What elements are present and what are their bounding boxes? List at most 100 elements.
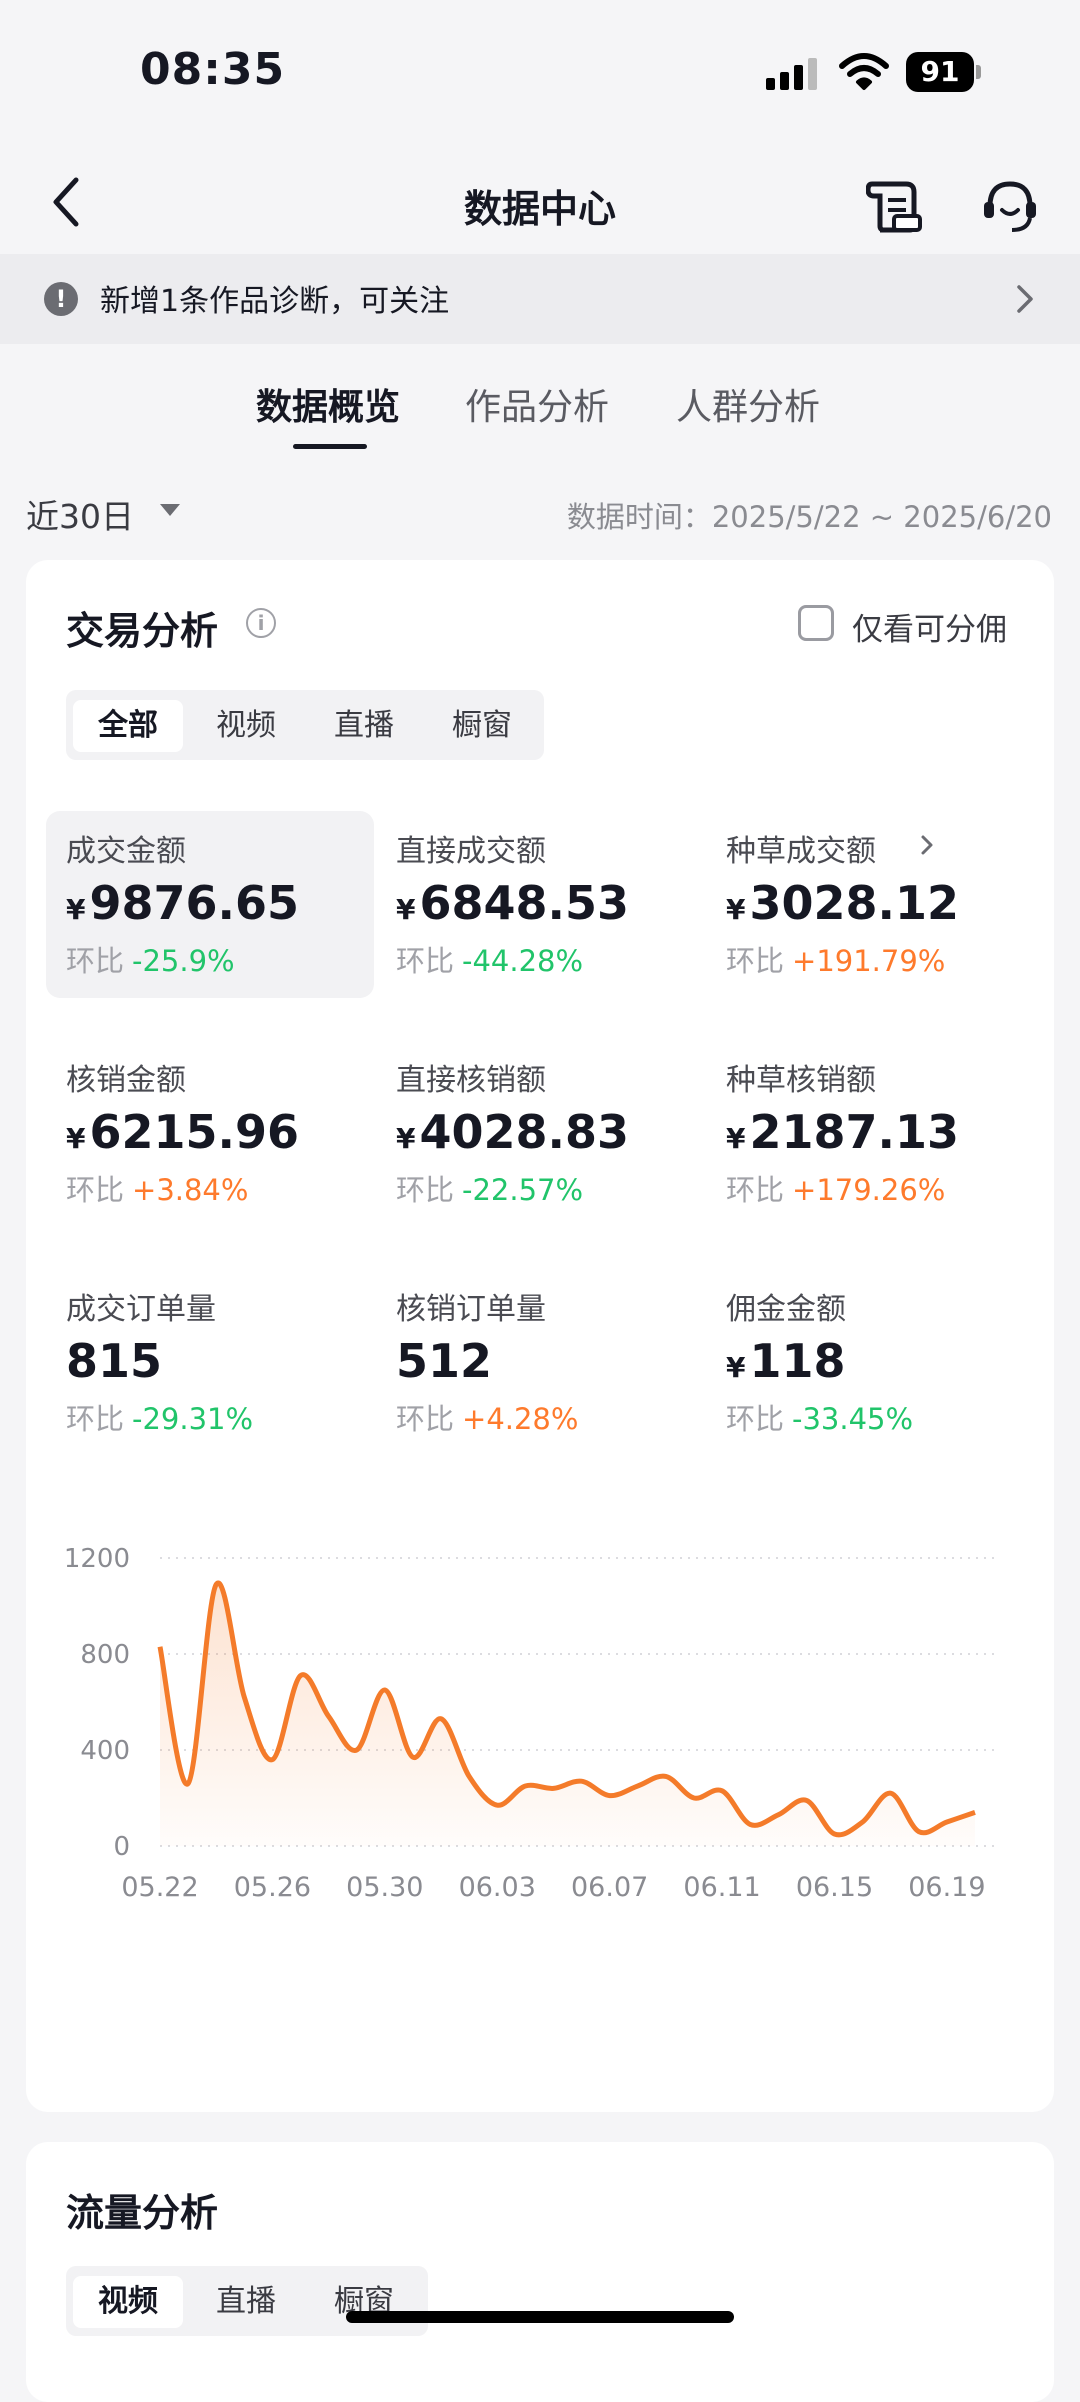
change-value: -44.28% bbox=[462, 944, 584, 978]
x-tick-label: 06.15 bbox=[796, 1872, 873, 1903]
home-indicator[interactable] bbox=[346, 2311, 734, 2323]
change-label: 环比 bbox=[66, 1173, 125, 1207]
ledger-icon[interactable] bbox=[866, 178, 924, 234]
currency-symbol: ¥ bbox=[66, 893, 86, 926]
traffic-analysis-title: 流量分析 bbox=[66, 2191, 219, 2235]
metric-label: 核销订单量 bbox=[396, 1292, 546, 1327]
metric-tile[interactable]: 直接核销额 ¥4028.83 环比 -22.57% bbox=[396, 1055, 629, 1209]
currency-symbol: ¥ bbox=[396, 893, 416, 926]
metric-number: 512 bbox=[396, 1334, 493, 1388]
trade-trend-chart: 0 400 800 1200 05.22 05.26 05.30 06.03 06.07 06.1… bbox=[64, 1544, 995, 1903]
tab-data-overview[interactable]: 数据概览 bbox=[256, 378, 400, 430]
date-range-select[interactable]: 近30日 bbox=[26, 490, 134, 538]
y-tick-label: 800 bbox=[80, 1640, 130, 1670]
change-label: 环比 bbox=[396, 944, 455, 978]
metric-change: 环比 +3.84% bbox=[66, 1167, 299, 1209]
change-label: 环比 bbox=[726, 944, 785, 978]
series-area bbox=[160, 1582, 975, 1846]
metric-value: 815 bbox=[66, 1334, 253, 1388]
x-tick-label: 06.07 bbox=[571, 1872, 648, 1903]
metric-label: 直接核销额 bbox=[396, 1063, 546, 1098]
tab-work-analysis[interactable]: 作品分析 bbox=[465, 378, 609, 430]
currency-symbol: ¥ bbox=[726, 1122, 746, 1155]
metric-number: 4028.83 bbox=[419, 1105, 629, 1159]
currency-symbol: ¥ bbox=[66, 1122, 86, 1155]
traffic-segment-video[interactable]: 视频 bbox=[73, 2276, 183, 2328]
metric-change: 环比 -33.45% bbox=[726, 1396, 913, 1438]
x-tick-label: 05.26 bbox=[234, 1872, 311, 1903]
chevron-right-icon bbox=[1017, 285, 1033, 313]
metric-value: ¥9876.65 bbox=[66, 876, 299, 930]
metric-tile[interactable]: 成交订单量 815 环比 -29.31% bbox=[66, 1284, 253, 1438]
metric-change: 环比 -29.31% bbox=[66, 1396, 253, 1438]
cellular-signal-icon bbox=[766, 58, 817, 90]
change-label: 环比 bbox=[726, 1173, 785, 1207]
currency-symbol: ¥ bbox=[726, 893, 746, 926]
change-value: +3.84% bbox=[132, 1173, 249, 1207]
metric-tile[interactable]: 佣金金额 ¥118 环比 -33.45% bbox=[726, 1284, 913, 1438]
metric-tile[interactable]: 种草核销额 ¥2187.13 环比 +179.26% bbox=[726, 1055, 959, 1209]
metric-tile[interactable]: 种草成交额 ¥3028.12 环比 +191.79% bbox=[726, 826, 959, 980]
warning-icon: ! bbox=[44, 282, 78, 316]
change-label: 环比 bbox=[66, 944, 125, 978]
change-value: +4.28% bbox=[462, 1402, 579, 1436]
metric-number: 2187.13 bbox=[749, 1105, 959, 1159]
commission-only-label[interactable]: 仅看可分佣 bbox=[852, 604, 1007, 649]
metric-change: 环比 -25.9% bbox=[66, 938, 299, 980]
status-time: 08:35 bbox=[140, 44, 286, 95]
tab-audience-analysis[interactable]: 人群分析 bbox=[676, 378, 820, 430]
x-tick-label: 06.11 bbox=[683, 1872, 760, 1903]
metric-value: ¥2187.13 bbox=[726, 1105, 959, 1159]
commission-only-checkbox[interactable] bbox=[798, 605, 834, 641]
segment-video[interactable]: 视频 bbox=[191, 700, 301, 752]
diagnosis-notice[interactable]: ! 新增1条作品诊断，可关注 bbox=[0, 254, 1080, 344]
x-tick-label: 05.30 bbox=[346, 1872, 423, 1903]
segment-showcase[interactable]: 橱窗 bbox=[427, 700, 537, 752]
customer-service-icon[interactable] bbox=[980, 176, 1040, 236]
change-value: -25.9% bbox=[132, 944, 235, 978]
battery-level: 91 bbox=[906, 52, 974, 92]
notice-text: 新增1条作品诊断，可关注 bbox=[100, 284, 450, 319]
metric-number: 6215.96 bbox=[89, 1105, 299, 1159]
metric-label: 种草核销额 bbox=[726, 1063, 876, 1098]
metric-change: 环比 -22.57% bbox=[396, 1167, 629, 1209]
chevron-right-icon[interactable] bbox=[920, 834, 934, 856]
metric-number: 9876.65 bbox=[89, 876, 299, 930]
traffic-segment-live[interactable]: 直播 bbox=[191, 2276, 301, 2328]
x-tick-label: 06.19 bbox=[908, 1872, 985, 1903]
trade-analysis-title: 交易分析 bbox=[66, 609, 219, 653]
metric-label: 成交金额 bbox=[66, 834, 186, 869]
segment-all[interactable]: 全部 bbox=[73, 700, 183, 752]
metric-tile[interactable]: 成交金额 ¥9876.65 环比 -25.9% bbox=[66, 826, 299, 980]
metric-label: 成交订单量 bbox=[66, 1292, 216, 1327]
metric-label: 佣金金额 bbox=[726, 1292, 846, 1327]
currency-symbol: ¥ bbox=[726, 1351, 746, 1384]
metric-value: ¥6848.53 bbox=[396, 876, 629, 930]
metric-number: 815 bbox=[66, 1334, 163, 1388]
y-tick-label: 400 bbox=[80, 1736, 130, 1766]
metric-number: 3028.12 bbox=[749, 876, 959, 930]
x-tick-label: 06.03 bbox=[459, 1872, 536, 1903]
segment-live[interactable]: 直播 bbox=[309, 700, 419, 752]
metric-value: ¥4028.83 bbox=[396, 1105, 629, 1159]
metric-value: ¥3028.12 bbox=[726, 876, 959, 930]
metric-label: 直接成交额 bbox=[396, 834, 546, 869]
info-icon[interactable]: i bbox=[246, 608, 276, 638]
x-tick-label: 05.22 bbox=[121, 1872, 198, 1903]
change-label: 环比 bbox=[396, 1402, 455, 1436]
metric-tile[interactable]: 直接成交额 ¥6848.53 环比 -44.28% bbox=[396, 826, 629, 980]
y-tick-label: 0 bbox=[113, 1832, 130, 1862]
metric-value: 512 bbox=[396, 1334, 578, 1388]
caret-down-icon[interactable] bbox=[160, 504, 180, 516]
change-label: 环比 bbox=[66, 1402, 125, 1436]
metric-value: ¥118 bbox=[726, 1334, 913, 1388]
currency-symbol: ¥ bbox=[396, 1122, 416, 1155]
tab-active-indicator bbox=[293, 444, 367, 449]
metric-number: 6848.53 bbox=[419, 876, 629, 930]
metric-tile[interactable]: 核销金额 ¥6215.96 环比 +3.84% bbox=[66, 1055, 299, 1209]
metric-tile[interactable]: 核销订单量 512 环比 +4.28% bbox=[396, 1284, 578, 1438]
change-value: -33.45% bbox=[792, 1402, 914, 1436]
change-label: 环比 bbox=[726, 1402, 785, 1436]
wifi-icon bbox=[839, 53, 889, 90]
change-value: -29.31% bbox=[132, 1402, 254, 1436]
